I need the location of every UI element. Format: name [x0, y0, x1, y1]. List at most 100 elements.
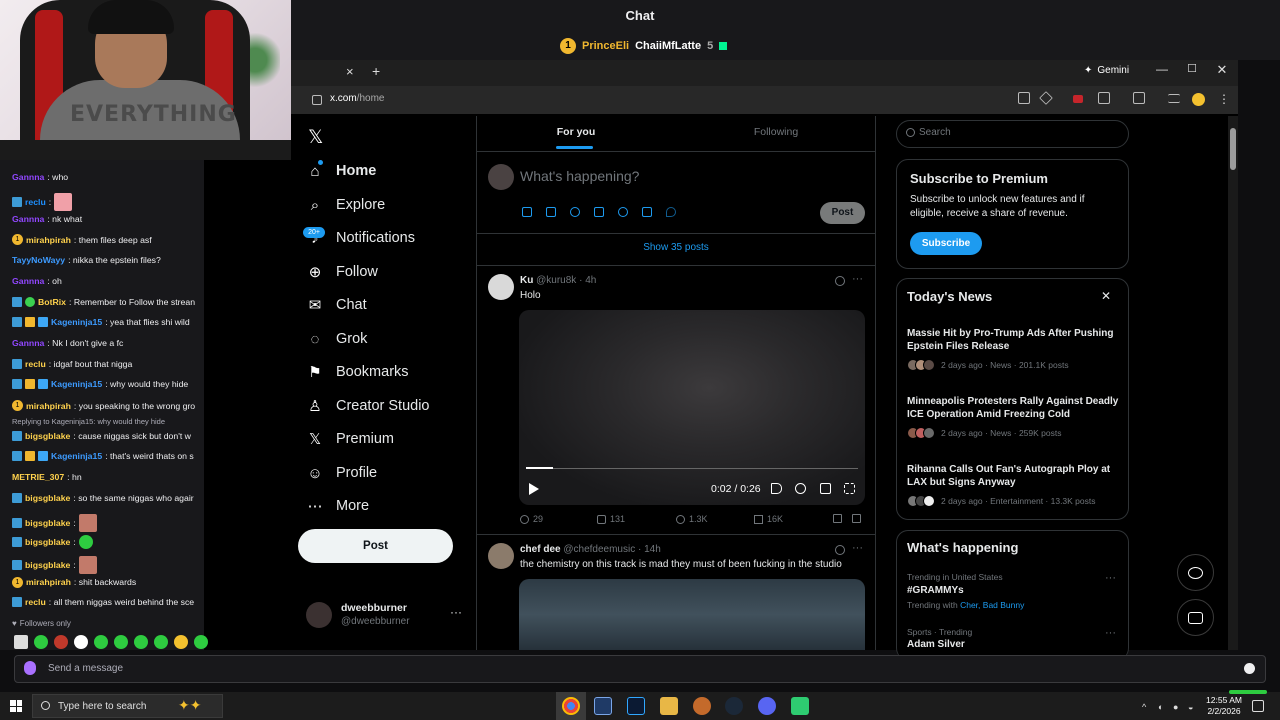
chat-username[interactable]: METRIE_307 [12, 472, 64, 482]
account-avatar[interactable] [306, 602, 332, 628]
tab-for-you[interactable]: For you [476, 126, 676, 138]
location-icon[interactable] [666, 207, 676, 217]
fullscreen-icon[interactable] [844, 483, 855, 494]
like-button[interactable]: 1.3K [676, 514, 708, 524]
network-icon[interactable]: ◒ [1188, 702, 1193, 712]
nav-item-premium[interactable]: 𝕏 Premium [306, 430, 394, 448]
photoshop-icon[interactable] [627, 697, 645, 715]
emote-bar[interactable] [14, 635, 208, 649]
tweet-more-icon[interactable]: ··· [852, 273, 863, 285]
chat-message[interactable]: bigsgblake: [12, 513, 97, 532]
chat-username[interactable]: reclu [25, 197, 46, 207]
chat-message[interactable]: reclu: idgaf bout that nigga [12, 358, 132, 369]
grok-compose-icon[interactable] [570, 207, 580, 217]
chat-username[interactable]: bigsgblake [25, 431, 70, 441]
views-button[interactable]: 16K [754, 514, 783, 524]
settings-gear-icon[interactable] [795, 483, 806, 494]
gemini-button[interactable]: ✦ Gemini [1084, 65, 1129, 76]
steam-icon[interactable] [725, 697, 743, 715]
minimize-button[interactable]: — [1152, 62, 1172, 76]
fl-studio-icon[interactable] [693, 697, 711, 715]
play-icon[interactable] [529, 483, 539, 495]
chat-input[interactable] [14, 655, 1266, 683]
schedule-icon[interactable] [642, 207, 652, 217]
trend-with-links[interactable]: Cher, Bad Bunny [960, 600, 1024, 610]
chat-username[interactable]: Kageninja15 [51, 451, 102, 461]
chat-message[interactable]: Gannna: oh [12, 276, 62, 286]
leaderboard[interactable]: 1 PrinceEli ChaiiMfLatte 5 [560, 38, 728, 54]
chat-message[interactable]: 1 mirahpirah: you speaking to the wrong g… [12, 400, 195, 411]
nav-item-profile[interactable]: ☺ Profile [306, 464, 377, 482]
scrollbar[interactable] [1228, 116, 1238, 650]
chat-username[interactable]: BotRix [38, 297, 66, 307]
chat-username[interactable]: mirahpirah [26, 577, 71, 587]
news-headline[interactable]: Massie Hit by Pro-Trump Ads After Pushin… [907, 327, 1121, 353]
news-headline[interactable]: Minneapolis Protesters Rally Against Dea… [907, 395, 1121, 421]
scrollbar-thumb[interactable] [1230, 128, 1236, 170]
chat-message[interactable]: bigsgblake: cause niggas sick but don't … [12, 430, 191, 441]
tab-search-icon[interactable] [1133, 92, 1145, 104]
tweet-avatar[interactable] [488, 543, 514, 569]
emote-icon[interactable] [154, 635, 168, 649]
account-more-icon[interactable]: ··· [450, 605, 462, 619]
chat-message[interactable]: reclu: [12, 192, 73, 211]
chat-username[interactable]: bigsgblake [25, 518, 70, 528]
chat-username[interactable]: bigsgblake [25, 493, 70, 503]
discord-icon[interactable] [758, 697, 776, 715]
emoji-icon[interactable] [618, 207, 628, 217]
chat-username[interactable]: Gannna [12, 214, 44, 224]
chat-message[interactable]: Gannna: Nk I don't give a fc [12, 338, 123, 348]
chat-username[interactable]: bigsgblake [25, 560, 70, 570]
chat-message[interactable]: 1 mirahpirah: them files deep asf [12, 234, 152, 246]
site-info-icon[interactable] [312, 95, 322, 105]
mic-icon[interactable] [24, 661, 36, 675]
chat-username[interactable]: mirahpirah [26, 401, 71, 411]
chat-username[interactable]: reclu [25, 597, 46, 607]
new-tab-button[interactable]: + [372, 63, 380, 79]
close-icon[interactable]: ✕ [1101, 289, 1111, 303]
chat-message[interactable]: METRIE_307: hn [12, 472, 82, 482]
grok-fab[interactable] [1177, 554, 1214, 591]
chat-username[interactable]: mirahpirah [26, 235, 71, 245]
trend-more-icon[interactable]: ··· [1105, 572, 1116, 584]
share-button[interactable] [852, 514, 861, 523]
nav-item-home[interactable]: ⌂ Home [306, 162, 376, 180]
reply-button[interactable]: 29 [520, 514, 543, 524]
picture-in-picture-icon[interactable] [820, 483, 831, 494]
emoji-picker-icon[interactable] [1244, 663, 1255, 674]
chat-message[interactable]: Gannna: nk what [12, 214, 82, 224]
volume-tray-icon[interactable]: ◐ [1158, 702, 1163, 712]
url-text[interactable]: x.com/home [330, 93, 384, 104]
post-button[interactable]: Post [298, 529, 453, 563]
cast-icon[interactable] [1018, 92, 1030, 104]
extensions-puzzle-icon[interactable] [1098, 92, 1110, 104]
file-explorer-icon[interactable] [660, 697, 678, 715]
emote-icon[interactable] [14, 635, 28, 649]
grok-icon[interactable] [835, 545, 845, 555]
trend-name[interactable]: #GRAMMYs [907, 585, 964, 596]
vegas-icon[interactable] [594, 697, 612, 715]
tweet-author[interactable]: chef dee @chefdeemusic · 14h [520, 544, 661, 555]
emote-icon[interactable] [174, 635, 188, 649]
streaming-app-icon[interactable] [791, 697, 809, 715]
bookmark-button[interactable] [833, 514, 842, 523]
nav-item-follow[interactable]: ⊕ Follow [306, 263, 378, 281]
notification-center-icon[interactable] [1252, 700, 1264, 712]
extension-icon[interactable] [1073, 95, 1083, 103]
tray-overflow-icon[interactable]: ^ [1142, 702, 1146, 712]
volume-icon[interactable] [771, 483, 782, 494]
chrome-icon[interactable] [562, 697, 580, 715]
chat-username[interactable]: Kageninja15 [51, 317, 102, 327]
chat-username[interactable]: TayyNoWayy [12, 255, 65, 265]
nav-item-bookmarks[interactable]: ⚑ Bookmarks [306, 363, 408, 381]
close-window-button[interactable]: ✕ [1213, 62, 1231, 78]
maximize-button[interactable]: ☐ [1183, 62, 1201, 75]
nav-item-grok[interactable]: ◌ Grok [306, 330, 368, 348]
tweet-author[interactable]: Ku @kuru8k · 4h [520, 275, 596, 286]
chat-username[interactable]: Kageninja15 [51, 379, 102, 389]
chat-message[interactable]: Kageninja15: why would they hide [12, 379, 188, 390]
compose-input[interactable]: What's happening? [520, 168, 639, 184]
address-bar[interactable] [291, 86, 1238, 114]
account-handle[interactable]: @dweebburner [341, 616, 410, 627]
nav-item-explore[interactable]: ⌕ Explore [306, 196, 385, 214]
